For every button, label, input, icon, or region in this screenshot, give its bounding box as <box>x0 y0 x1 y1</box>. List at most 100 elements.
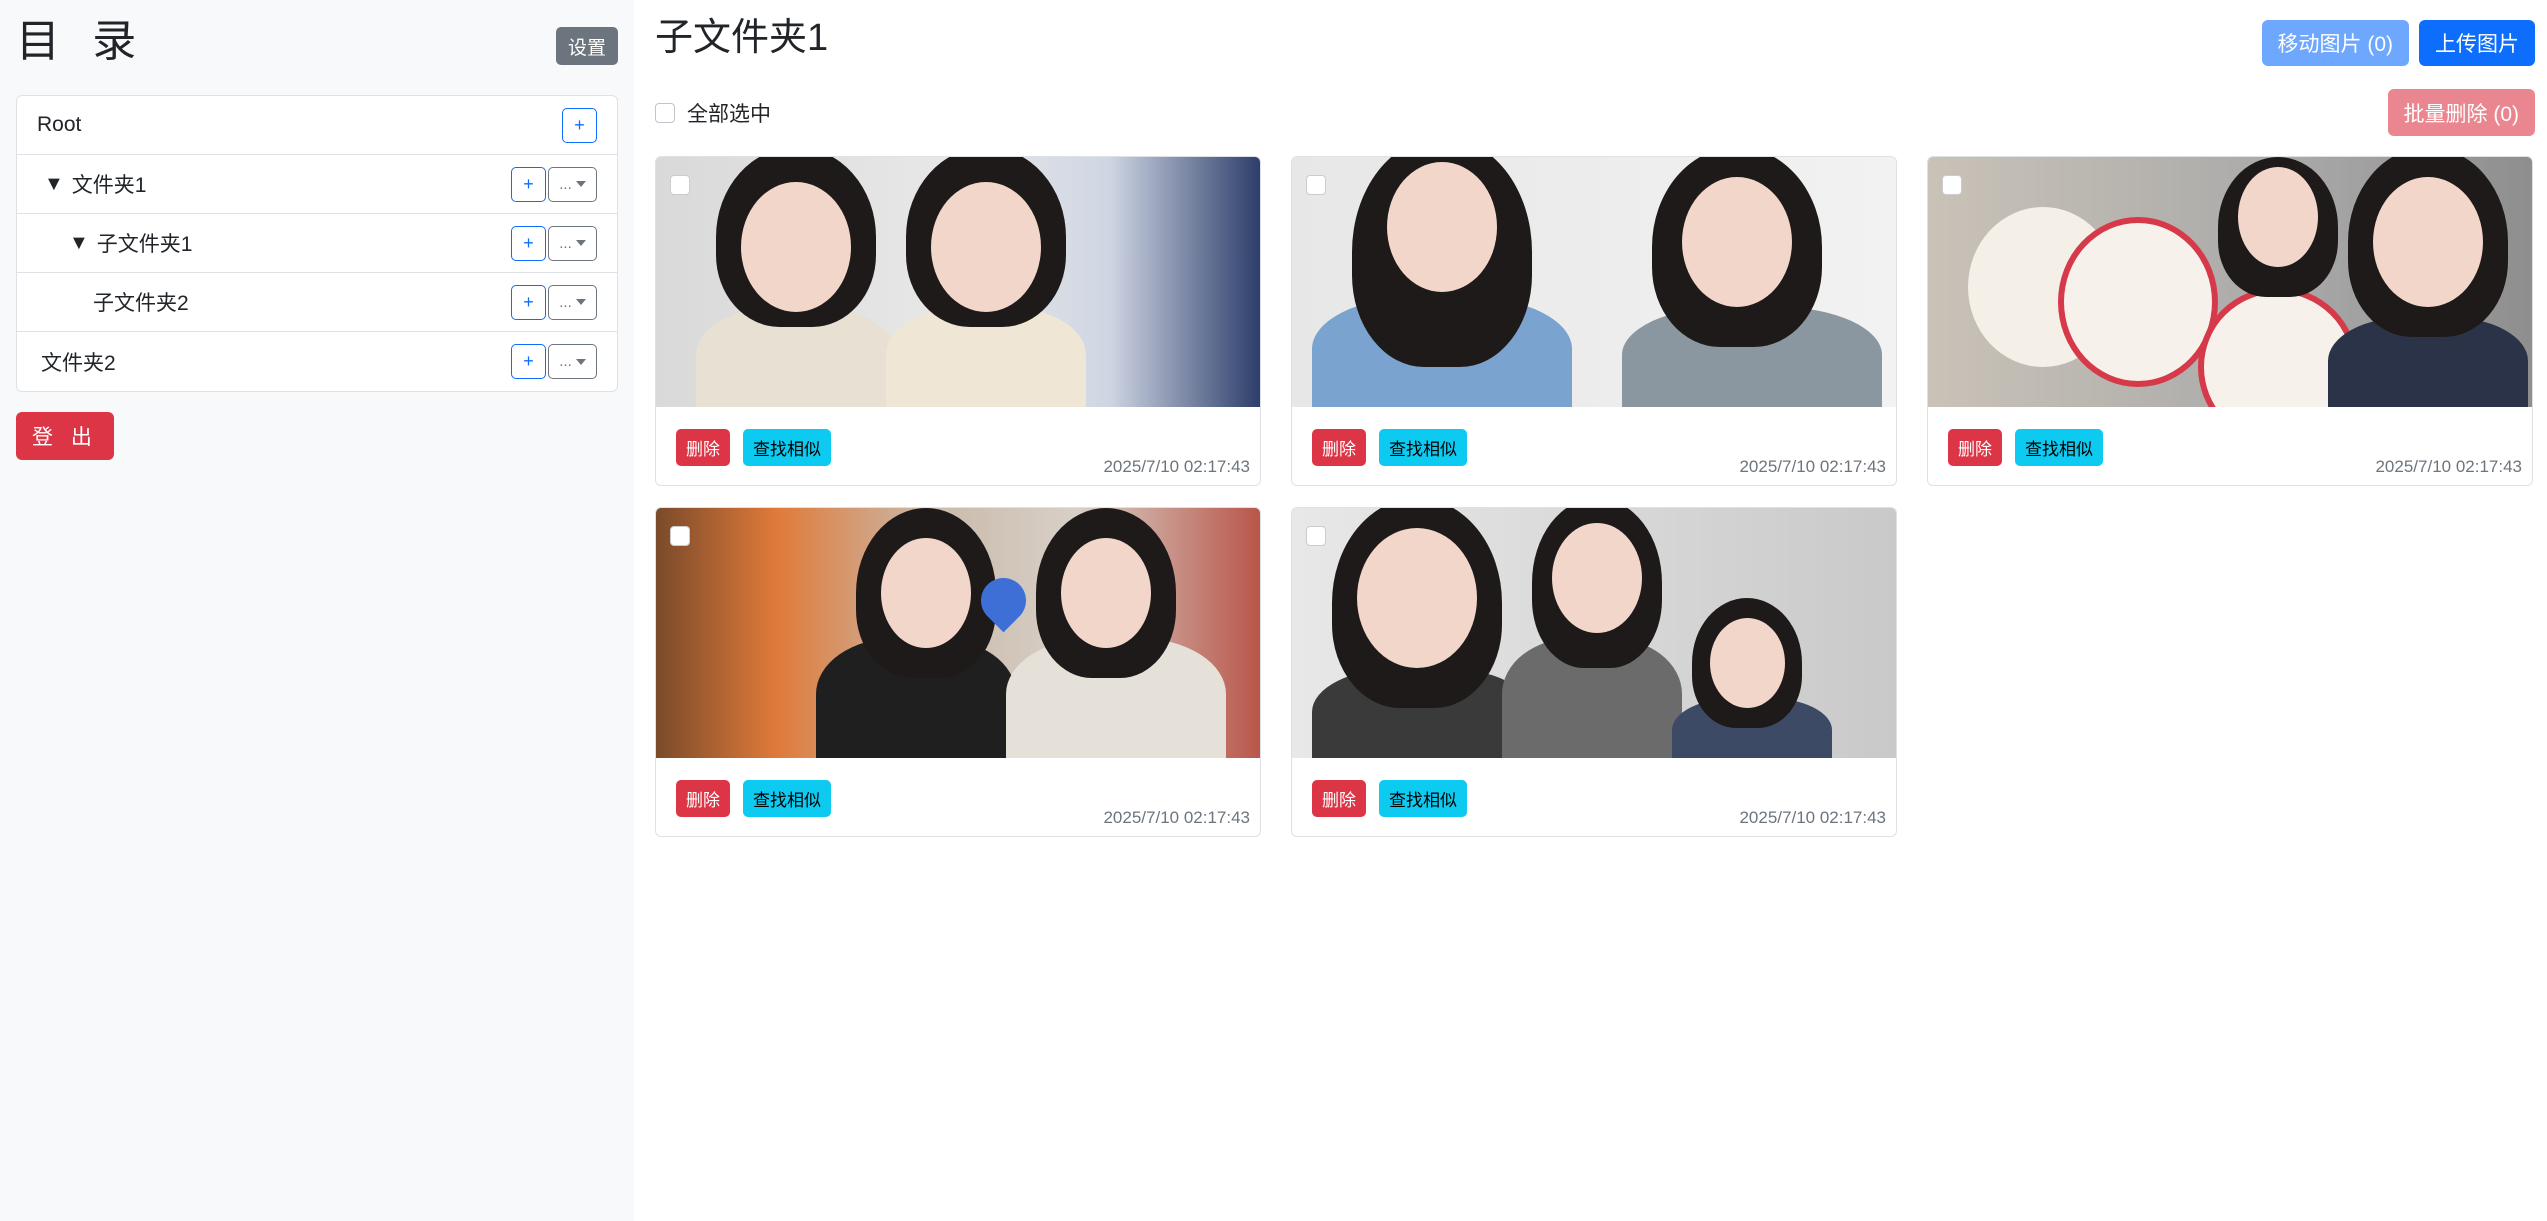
image-thumbnail[interactable] <box>1928 157 2532 407</box>
sidebar-header: 目 录 设置 <box>16 0 618 95</box>
tree-item-label: 子文件夹1 <box>96 233 193 256</box>
move-images-button[interactable]: 移动图片 (0) <box>2261 20 2409 66</box>
image-select-checkbox[interactable] <box>1306 526 1326 546</box>
image-select-checkbox[interactable] <box>670 175 690 195</box>
upload-date: 2025/7/10 02:17:43 <box>1103 457 1250 476</box>
image-select-checkbox[interactable] <box>1942 175 1962 195</box>
add-folder-button[interactable]: + <box>511 225 546 261</box>
delete-button[interactable]: 删除 <box>676 780 730 817</box>
upload-date: 2025/7/10 02:17:43 <box>1103 808 1250 827</box>
more-dropdown-button[interactable]: ... <box>548 225 597 261</box>
image-thumbnail[interactable] <box>656 508 1260 758</box>
delete-button[interactable]: 删除 <box>676 429 730 466</box>
caret-down-icon <box>575 299 586 305</box>
tree-actions: + ... <box>511 344 597 379</box>
more-label: ... <box>559 353 572 370</box>
more-label: ... <box>559 175 572 193</box>
find-similar-button[interactable]: 查找相似 <box>2015 429 2103 466</box>
tree-item-label: 文件夹2 <box>41 351 116 375</box>
main-content: 子文件夹1 移动图片 (0) 上传图片 全部选中 批量删除 (0) 删除 查找相… <box>634 0 2547 1221</box>
expand-arrow-icon[interactable]: ▼ <box>69 232 89 255</box>
sidebar-title: 目 录 <box>16 17 147 66</box>
tree-item-root[interactable]: Root + <box>17 96 617 155</box>
photo-image <box>1928 157 2532 407</box>
tree-item-label: Root <box>37 113 82 136</box>
tree-item-label: 子文件夹2 <box>93 292 189 315</box>
person-shape <box>1357 528 1477 668</box>
batch-delete-button[interactable]: 批量删除 (0) <box>2387 89 2535 136</box>
settings-button[interactable]: 设置 <box>555 27 618 65</box>
image-card: 删除 查找相似 2025/7/10 02:17:43 <box>655 507 1261 837</box>
tree-item-folder1[interactable]: ▼ 文件夹1 + ... <box>17 155 617 214</box>
card-footer: 删除 查找相似 2025/7/10 02:17:43 <box>656 758 1260 836</box>
image-card: 删除 查找相似 2025/7/10 02:17:43 <box>1291 507 1897 837</box>
app-root: 目 录 设置 Root + ▼ 文件夹1 + ... ▼ 子文件夹1 + ...… <box>0 0 2547 1221</box>
upload-date: 2025/7/10 02:17:43 <box>1739 457 1886 476</box>
more-label: ... <box>559 234 572 252</box>
person-shape <box>2058 217 2218 387</box>
person-shape <box>2373 177 2483 307</box>
photo-image <box>1292 157 1896 407</box>
card-footer: 删除 查找相似 2025/7/10 02:17:43 <box>656 407 1260 485</box>
caret-down-icon <box>575 181 586 187</box>
find-similar-button[interactable]: 查找相似 <box>743 780 831 817</box>
upload-date: 2025/7/10 02:17:43 <box>2375 457 2522 476</box>
image-select-checkbox[interactable] <box>670 526 690 546</box>
select-all-checkbox[interactable] <box>655 103 675 123</box>
person-shape <box>2238 167 2318 267</box>
more-dropdown-button[interactable]: ... <box>548 284 597 320</box>
top-actions: 移动图片 (0) 上传图片 <box>2261 20 2535 66</box>
caret-down-icon <box>575 358 586 365</box>
select-all-row[interactable]: 全部选中 <box>655 98 771 128</box>
image-card: 删除 查找相似 2025/7/10 02:17:43 <box>1927 156 2533 486</box>
find-similar-button[interactable]: 查找相似 <box>1379 429 1467 466</box>
delete-button[interactable]: 删除 <box>1948 429 2002 466</box>
person-shape <box>741 182 851 312</box>
person-shape <box>1682 177 1792 307</box>
person-shape <box>931 182 1041 312</box>
tree-item-subfolder2[interactable]: 子文件夹2 + ... <box>17 273 617 332</box>
more-label: ... <box>559 293 572 311</box>
card-footer: 删除 查找相似 2025/7/10 02:17:43 <box>1292 758 1896 836</box>
photo-image <box>656 157 1260 407</box>
tree-actions: + ... <box>511 284 597 320</box>
find-similar-button[interactable]: 查找相似 <box>1379 780 1467 817</box>
photo-image <box>656 508 1260 758</box>
expand-arrow-icon[interactable]: ▼ <box>44 173 64 196</box>
upload-images-button[interactable]: 上传图片 <box>2419 20 2535 66</box>
person-shape <box>1552 523 1642 633</box>
person-shape <box>1061 538 1151 648</box>
tree-actions: + ... <box>511 225 597 261</box>
image-thumbnail[interactable] <box>1292 508 1896 758</box>
caret-down-icon <box>575 240 586 246</box>
image-select-checkbox[interactable] <box>1306 175 1326 195</box>
image-thumbnail[interactable] <box>656 157 1260 407</box>
person-shape <box>1387 162 1497 292</box>
tree-item-subfolder1[interactable]: ▼ 子文件夹1 + ... <box>17 214 617 273</box>
select-all-label[interactable]: 全部选中 <box>687 98 771 128</box>
folder-tree: Root + ▼ 文件夹1 + ... ▼ 子文件夹1 + ... 子文件夹2 … <box>16 95 618 392</box>
upload-date: 2025/7/10 02:17:43 <box>1739 808 1886 827</box>
add-folder-button[interactable]: + <box>562 107 597 143</box>
person-shape <box>881 538 971 648</box>
image-card: 删除 查找相似 2025/7/10 02:17:43 <box>655 156 1261 486</box>
add-folder-button[interactable]: + <box>511 344 546 379</box>
delete-button[interactable]: 删除 <box>1312 780 1366 817</box>
photo-image <box>1292 508 1896 758</box>
add-folder-button[interactable]: + <box>511 284 546 320</box>
tree-item-folder2[interactable]: 文件夹2 + ... <box>17 332 617 391</box>
image-thumbnail[interactable] <box>1292 157 1896 407</box>
delete-button[interactable]: 删除 <box>1312 429 1366 466</box>
page-title: 子文件夹1 <box>655 17 829 59</box>
add-folder-button[interactable]: + <box>511 166 546 202</box>
person-shape <box>1710 618 1785 708</box>
tree-item-label: 文件夹1 <box>71 174 147 197</box>
find-similar-button[interactable]: 查找相似 <box>743 429 831 466</box>
more-dropdown-button[interactable]: ... <box>548 166 597 202</box>
tree-actions: + <box>562 107 597 143</box>
card-footer: 删除 查找相似 2025/7/10 02:17:43 <box>1292 407 1896 485</box>
image-grid: 删除 查找相似 2025/7/10 02:17:43 删除 查找相似 2025/… <box>655 156 2533 837</box>
more-dropdown-button[interactable]: ... <box>548 344 597 379</box>
image-card: 删除 查找相似 2025/7/10 02:17:43 <box>1291 156 1897 486</box>
logout-button[interactable]: 登 出 <box>16 412 114 460</box>
